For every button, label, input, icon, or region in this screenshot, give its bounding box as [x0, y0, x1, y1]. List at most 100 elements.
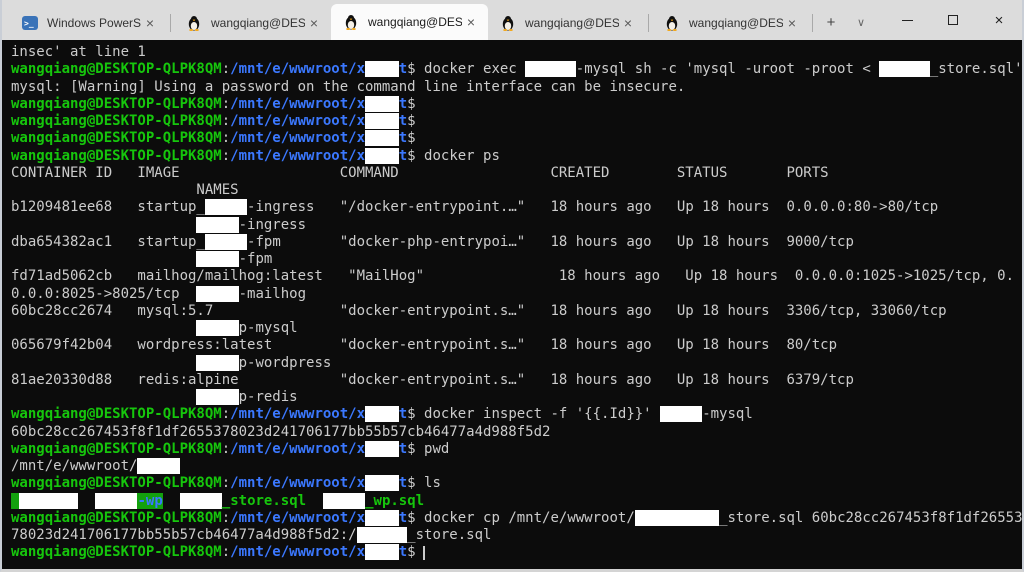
terminal-text: _store.sql 60bc28cc267453f8f1df26553 — [719, 510, 1022, 526]
terminal-text: _wp.sql — [365, 493, 424, 509]
redaction-box — [205, 199, 247, 215]
chevron-down-icon: ∨ — [857, 16, 865, 29]
terminal-text — [78, 493, 95, 509]
redaction-box — [196, 389, 238, 405]
redaction-box — [180, 493, 222, 509]
terminal-text: $ — [407, 61, 415, 77]
terminal-line: -wp _store.sql _wp.sql — [11, 493, 1022, 510]
terminal-text: /mnt/e/wwwroot/x — [230, 441, 365, 457]
terminal-text: -fpm — [239, 251, 273, 267]
terminal-text: 065679f42b04 wordpress:latest "docker-en… — [11, 337, 837, 353]
terminal-text: $ — [407, 510, 415, 526]
terminal-text: b1209481ee68 startup_ — [11, 199, 205, 215]
tab-wsl-1[interactable]: wangqiang@DESK × — [174, 6, 331, 40]
terminal-line: 60bc28cc267453f8f1df2655378023d241706177… — [11, 424, 1022, 441]
redaction-box — [196, 320, 238, 336]
terminal-text: /mnt/e/wwwroot/x — [230, 148, 365, 164]
terminal-text: /mnt/e/wwwroot/x — [230, 510, 365, 526]
terminal-line: wangqiang@DESKTOP-QLPK8QM:/mnt/e/wwwroot… — [11, 475, 1022, 492]
terminal-line: insec' at line 1 — [11, 44, 1022, 61]
tux-icon — [343, 14, 359, 30]
terminal-text: /mnt/e/wwwroot/x — [230, 96, 365, 112]
terminal-text: ls — [416, 475, 441, 491]
tux-icon — [500, 15, 516, 31]
close-icon[interactable]: × — [462, 13, 480, 31]
terminal-text: fd71ad5062cb mailhog/mailhog:latest "Mai… — [11, 268, 1014, 284]
terminal-text: insec' at line 1 — [11, 44, 146, 60]
tabbar: >_ Windows PowerSh × wangqiang@DESK × wa… — [2, 0, 1022, 40]
terminal-text: -mailhog — [239, 286, 306, 302]
terminal-text: /mnt/e/wwwroot/x — [230, 61, 365, 77]
terminal-text: wangqiang@DESKTOP-QLPK8QM — [11, 96, 222, 112]
redaction-box — [879, 61, 930, 77]
terminal-text: $ — [407, 441, 415, 457]
terminal-text: : — [222, 61, 230, 77]
terminal-text: 81ae20330d88 redis:alpine "docker-entryp… — [11, 372, 854, 388]
terminal-text: -ingress — [239, 217, 306, 233]
maximize-button[interactable] — [930, 0, 976, 40]
maximize-icon — [948, 15, 958, 25]
terminal-text: -mysql — [702, 406, 753, 422]
terminal-text: p-redis — [239, 389, 298, 405]
tab-dropdown-button[interactable]: ∨ — [846, 7, 876, 37]
terminal-line: 60bc28cc2674 mysql:5.7 "docker-entrypoin… — [11, 303, 1022, 320]
terminal-line: wangqiang@DESKTOP-QLPK8QM:/mnt/e/wwwroot… — [11, 406, 1022, 423]
terminal-line: -fpm — [11, 251, 1022, 268]
terminal-text: $ — [407, 475, 415, 491]
redaction-box — [365, 148, 399, 164]
terminal-text: docker cp /mnt/e/wwwroot/ — [416, 510, 635, 526]
terminal-text: : — [222, 148, 230, 164]
terminal-line: 81ae20330d88 redis:alpine "docker-entryp… — [11, 372, 1022, 389]
terminal-text — [11, 389, 196, 405]
close-icon[interactable]: × — [305, 14, 323, 32]
new-tab-button[interactable]: + — [816, 7, 846, 37]
close-button[interactable]: × — [976, 0, 1022, 40]
terminal-text: 0.0.0:8025->8025/tcp — [11, 286, 196, 302]
tab-separator — [170, 14, 171, 32]
close-icon[interactable]: × — [141, 14, 159, 32]
terminal-text: : — [222, 130, 230, 146]
terminal-text: t — [399, 475, 407, 491]
redaction-box — [365, 441, 399, 457]
terminal-text — [163, 493, 180, 509]
redaction-box — [525, 61, 576, 77]
close-icon[interactable]: × — [783, 14, 801, 32]
terminal-text: wangqiang@DESKTOP-QLPK8QM — [11, 510, 222, 526]
tab-title: wangqiang@DESK — [211, 16, 305, 30]
terminal-output[interactable]: insec' at line 1wangqiang@DESKTOP-QLPK8Q… — [2, 40, 1022, 569]
terminal-line: fd71ad5062cb mailhog/mailhog:latest "Mai… — [11, 268, 1022, 285]
terminal-window: >_ Windows PowerSh × wangqiang@DESK × wa… — [0, 0, 1024, 572]
terminal-text: : — [222, 113, 230, 129]
terminal-line: NAMES — [11, 182, 1022, 199]
terminal-line: wangqiang@DESKTOP-QLPK8QM:/mnt/e/wwwroot… — [11, 130, 1022, 147]
tab-wsl-2-active[interactable]: wangqiang@DESK × — [331, 4, 488, 40]
terminal-text: t — [399, 510, 407, 526]
terminal-text: _store.sql' — [930, 61, 1022, 77]
terminal-text: $ — [407, 96, 415, 112]
redaction-box — [365, 130, 399, 146]
terminal-text: : — [222, 544, 230, 560]
terminal-text: wangqiang@DESKTOP-QLPK8QM — [11, 544, 222, 560]
terminal-line: mysql: [Warning] Using a password on the… — [11, 79, 1022, 96]
terminal-line: CONTAINER ID IMAGE COMMAND CREATED STATU… — [11, 165, 1022, 182]
tab-title: Windows PowerSh — [47, 16, 141, 30]
terminal-line: wangqiang@DESKTOP-QLPK8QM:/mnt/e/wwwroot… — [11, 510, 1022, 527]
terminal-text: wangqiang@DESKTOP-QLPK8QM — [11, 113, 222, 129]
tab-wsl-4[interactable]: wangqiang@DESK × — [652, 6, 809, 40]
terminal-text: : — [222, 510, 230, 526]
terminal-line: wangqiang@DESKTOP-QLPK8QM:/mnt/e/wwwroot… — [11, 61, 1022, 78]
terminal-text: CONTAINER ID IMAGE COMMAND CREATED STATU… — [11, 165, 829, 181]
minimize-button[interactable] — [884, 0, 930, 40]
terminal-text: t — [399, 148, 407, 164]
close-icon[interactable]: × — [619, 14, 637, 32]
terminal-text: /mnt/e/wwwroot/x — [230, 406, 365, 422]
tab-windows-powershell[interactable]: >_ Windows PowerSh × — [10, 6, 167, 40]
terminal-text: /mnt/e/wwwroot/ — [11, 458, 137, 474]
tab-title: wangqiang@DESK — [525, 16, 619, 30]
terminal-text: t — [399, 96, 407, 112]
tab-wsl-3[interactable]: wangqiang@DESK × — [488, 6, 645, 40]
terminal-text: : — [222, 475, 230, 491]
terminal-text: /mnt/e/wwwroot/x — [230, 544, 365, 560]
tab-separator — [812, 14, 813, 32]
terminal-line: /mnt/e/wwwroot/ — [11, 458, 1022, 475]
